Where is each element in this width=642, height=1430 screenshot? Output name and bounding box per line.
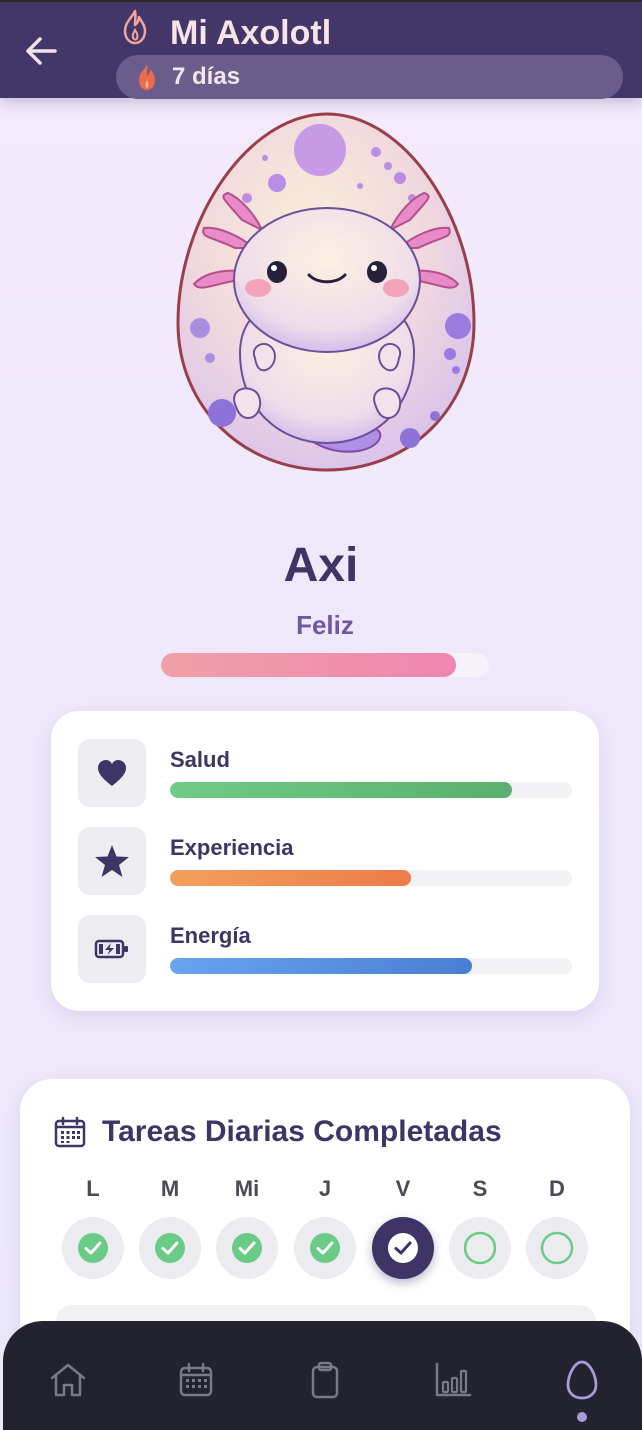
battery-charging-icon [94,939,128,959]
day-label: Mi [234,1176,260,1201]
chart-icon [435,1362,472,1397]
stat-row-experience: Experiencia [78,827,572,895]
bottom-navigation [3,1321,642,1430]
nav-calendar[interactable] [164,1355,228,1405]
star-icon [95,845,129,877]
page-title: Mi Axolotl [170,14,332,52]
home-icon [50,1363,86,1397]
day-column: S [448,1177,512,1279]
active-nav-indicator [577,1412,587,1422]
experience-bar [170,870,572,886]
check-circle-icon [232,1233,262,1263]
streak-count: 7 días [172,63,241,90]
top-app-bar: Mi Axolotl 7 días [0,0,642,99]
streak-badge: 7 días [116,55,623,99]
stat-row-energy: Energía [78,915,572,983]
nav-stats[interactable] [421,1355,485,1405]
flame-outline-icon [123,9,147,45]
stat-label: Salud [170,747,230,772]
tasks-title: Tareas Diarias Completadas [102,1115,502,1148]
tasks-header: Tareas Diarias Completadas [54,1115,502,1149]
day-label: V [395,1176,411,1201]
mood-progress-bar [161,653,489,677]
day-column: D [525,1177,589,1279]
day-column: M [138,1177,202,1279]
nav-tasks[interactable] [293,1355,357,1405]
heart-icon [98,760,126,786]
empty-circle-icon [463,1231,497,1265]
health-bar-fill [170,782,512,798]
check-circle-icon [310,1233,340,1263]
nav-pet[interactable] [550,1355,614,1405]
day-label: L [86,1176,100,1201]
check-circle-icon [155,1233,185,1263]
day-status-done[interactable] [62,1217,124,1279]
day-column: J [293,1177,357,1279]
arrow-left-icon [26,37,57,65]
pet-mood: Feliz [296,610,354,640]
axolotl-egg-image [167,112,487,488]
flame-icon [139,64,155,90]
stat-row-health: Salud [78,739,572,807]
mood-progress-fill [161,653,457,677]
health-bar [170,782,572,798]
stat-label: Experiencia [170,835,294,860]
stat-icon-box [78,915,146,983]
day-status-pending[interactable] [449,1217,511,1279]
clipboard-icon [311,1361,339,1399]
day-column: V [371,1177,435,1279]
pet-name: Axi [283,539,359,592]
stat-icon-box [78,827,146,895]
day-label: M [160,1176,180,1201]
experience-bar-fill [170,870,412,886]
pet-egg-illustration[interactable] [167,108,487,488]
day-status-today[interactable] [372,1217,434,1279]
energy-bar [170,958,572,974]
day-column: L [61,1177,125,1279]
day-status-done[interactable] [139,1217,201,1279]
day-column: Mi [215,1177,279,1279]
day-label: S [472,1176,488,1201]
stat-icon-box [78,739,146,807]
calendar-icon [179,1362,213,1397]
empty-circle-icon [540,1231,574,1265]
check-circle-icon [388,1233,418,1263]
calendar-icon [54,1116,86,1148]
energy-bar-fill [170,958,472,974]
stat-label: Energía [170,923,251,948]
stats-card: Salud Experiencia Energía [51,711,599,1011]
egg-icon [566,1360,598,1400]
nav-home[interactable] [36,1355,100,1405]
check-circle-icon [78,1233,108,1263]
day-status-done[interactable] [216,1217,278,1279]
day-label: J [318,1176,332,1201]
day-status-done[interactable] [294,1217,356,1279]
day-status-pending[interactable] [526,1217,588,1279]
back-button[interactable] [20,30,62,72]
day-label: D [549,1176,565,1201]
